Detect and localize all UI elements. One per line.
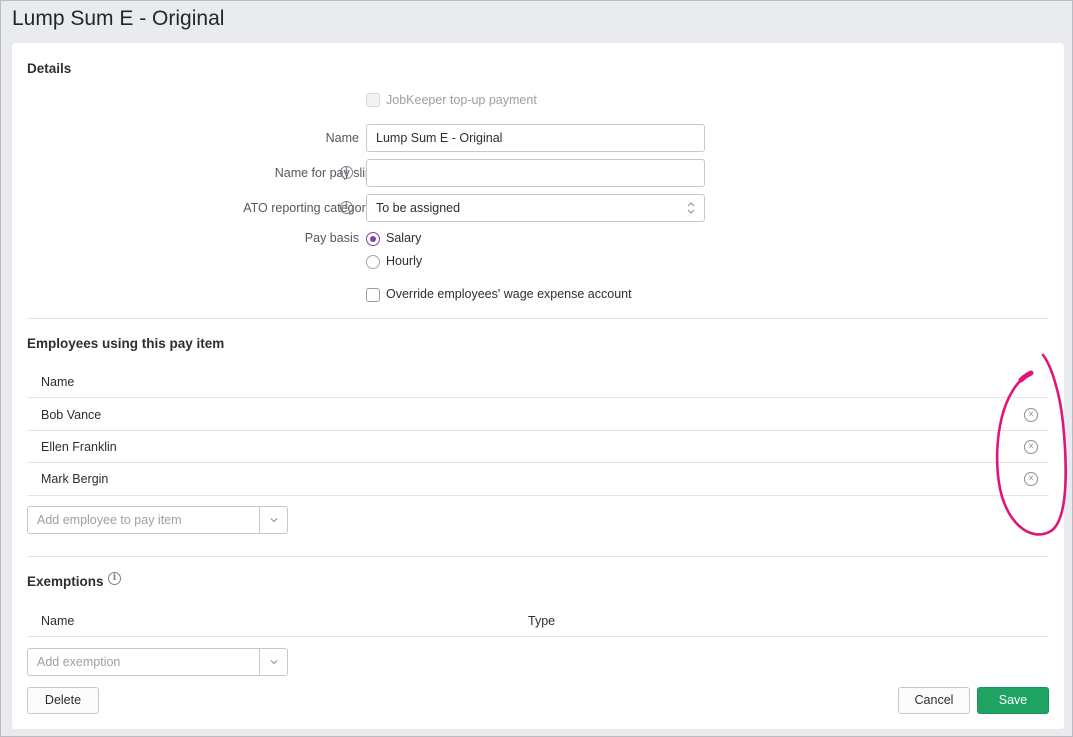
table-divider (27, 397, 1049, 398)
pay-basis-label: Pay basis (304, 231, 359, 245)
remove-circle-icon[interactable]: × (1024, 472, 1038, 486)
employee-name: Mark Bergin (41, 472, 109, 486)
payslip-name-label-text: Name for pay slip (274, 166, 372, 180)
section-divider (27, 318, 1049, 319)
exemptions-column-type: Type (528, 614, 556, 628)
jobkeeper-label: JobKeeper top-up payment (386, 93, 537, 107)
name-input[interactable]: Lump Sum E - Original (366, 124, 705, 152)
pay-basis-salary-radio[interactable] (366, 232, 380, 246)
info-icon[interactable]: i (340, 166, 353, 179)
table-divider (27, 495, 1049, 496)
name-label: Name (325, 131, 359, 145)
add-exemption-dropdown-button[interactable] (259, 649, 287, 675)
pay-basis-salary-label: Salary (386, 231, 422, 245)
jobkeeper-checkbox[interactable] (366, 93, 380, 107)
exemptions-section-title: Exemptions (27, 574, 104, 589)
employees-column-name: Name (41, 375, 75, 389)
payslip-name-label: Name for pay slip (275, 166, 372, 180)
add-employee-dropdown-button[interactable] (259, 507, 287, 533)
add-employee-combobox[interactable]: Add employee to pay item (27, 506, 288, 534)
add-exemption-combobox[interactable]: Add exemption (27, 648, 288, 676)
pay-basis-hourly-label: Hourly (386, 254, 423, 268)
save-button[interactable]: Save (977, 687, 1049, 714)
pay-basis-hourly-radio[interactable] (366, 255, 380, 269)
override-wage-account-checkbox[interactable] (366, 288, 380, 302)
chevron-down-icon (270, 660, 278, 665)
employee-name: Ellen Franklin (41, 440, 117, 454)
delete-button[interactable]: Delete (27, 687, 99, 714)
override-wage-account-label: Override employees' wage expense account (386, 287, 632, 301)
ato-category-select[interactable]: To be assigned (366, 194, 705, 222)
info-icon[interactable]: i (340, 201, 353, 214)
remove-circle-icon[interactable]: × (1024, 440, 1038, 454)
payslip-name-input[interactable] (366, 159, 705, 187)
pay-item-card: Details JobKeeper top-up payment Name Lu… (12, 43, 1064, 729)
info-icon[interactable]: i (108, 572, 121, 585)
section-divider (27, 556, 1049, 557)
page-title: Lump Sum E - Original (12, 7, 225, 30)
up-down-arrows-icon (687, 202, 695, 214)
employees-section-title: Employees using this pay item (27, 336, 225, 351)
table-divider (27, 430, 1049, 431)
add-employee-input[interactable]: Add employee to pay item (28, 507, 259, 533)
remove-circle-icon[interactable]: × (1024, 408, 1038, 422)
employee-name: Bob Vance (41, 408, 102, 422)
ato-category-value: To be assigned (376, 201, 461, 215)
cancel-button[interactable]: Cancel (898, 687, 970, 714)
table-divider (27, 462, 1049, 463)
exemptions-column-name: Name (41, 614, 75, 628)
chevron-down-icon (270, 518, 278, 523)
table-divider (27, 636, 1049, 637)
details-section-title: Details (27, 61, 72, 76)
add-exemption-input[interactable]: Add exemption (28, 649, 259, 675)
